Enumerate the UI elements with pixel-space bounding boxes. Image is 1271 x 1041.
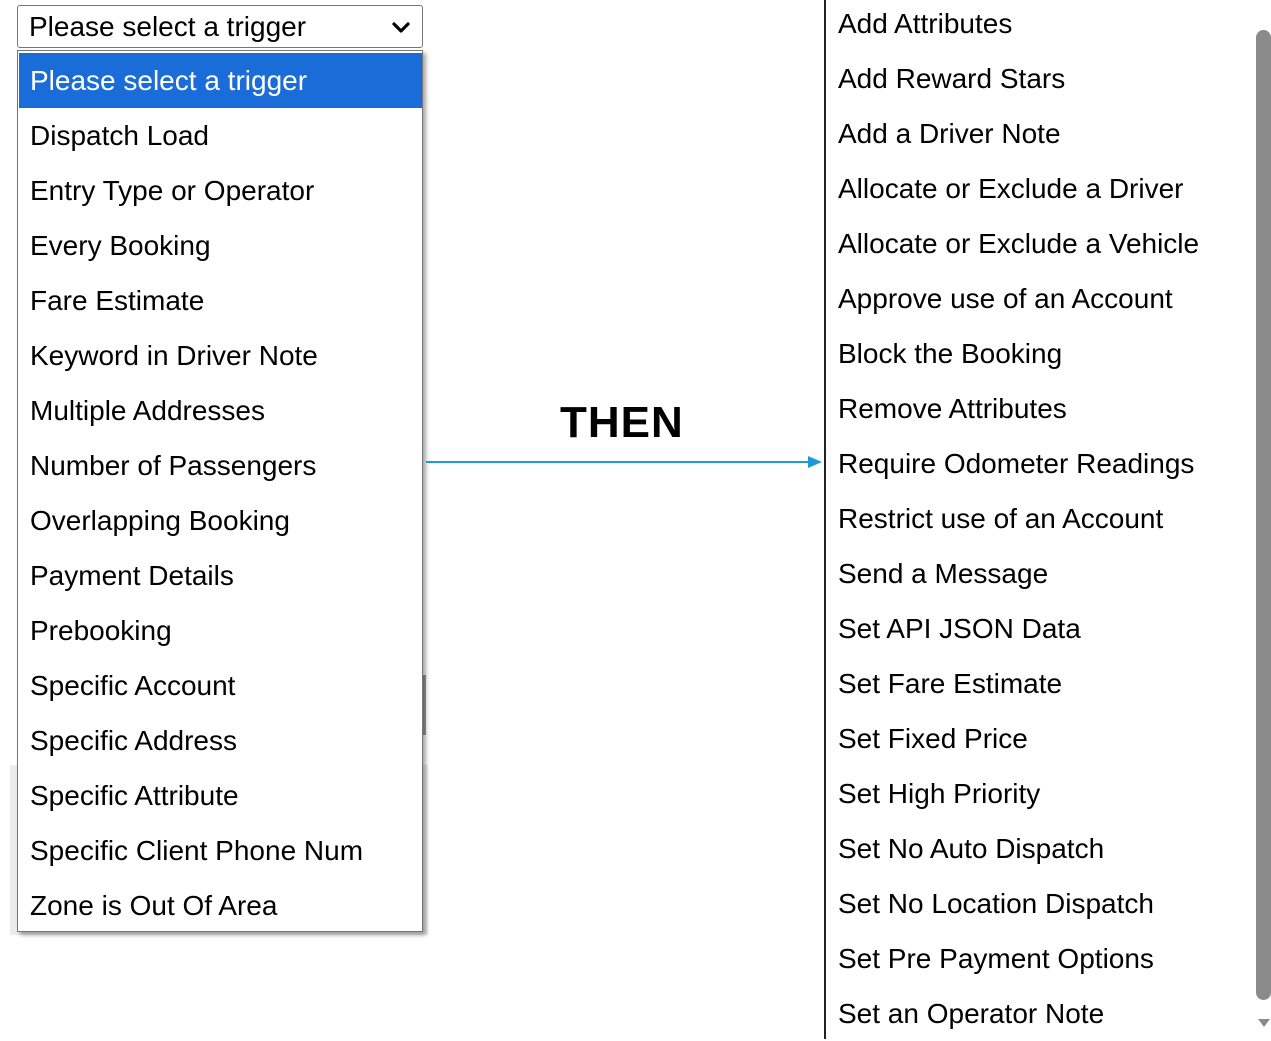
action-item-set-high-priority[interactable]: Set High Priority xyxy=(838,766,1040,821)
action-item-set-fare-estimate[interactable]: Set Fare Estimate xyxy=(838,656,1062,711)
trigger-option-fare-estimate[interactable]: Fare Estimate xyxy=(19,273,422,328)
chevron-down-icon xyxy=(392,22,410,33)
action-item-require-odometer[interactable]: Require Odometer Readings xyxy=(838,436,1194,491)
action-item-set-no-auto-dispatch[interactable]: Set No Auto Dispatch xyxy=(838,821,1104,876)
trigger-option-prebooking[interactable]: Prebooking xyxy=(19,603,422,658)
action-item-remove-attributes[interactable]: Remove Attributes xyxy=(838,381,1067,436)
trigger-select[interactable]: Please select a trigger xyxy=(17,5,423,48)
arrow-right-icon xyxy=(426,456,822,468)
action-item-restrict-account[interactable]: Restrict use of an Account xyxy=(838,491,1163,546)
action-item-add-driver-note[interactable]: Add a Driver Note xyxy=(838,106,1061,161)
trigger-option-every-booking[interactable]: Every Booking xyxy=(19,218,422,273)
scrollbar-thumb[interactable] xyxy=(1256,30,1271,1000)
action-item-approve-account[interactable]: Approve use of an Account xyxy=(838,271,1173,326)
then-label: THEN xyxy=(560,398,684,447)
action-item-block-booking[interactable]: Block the Booking xyxy=(838,326,1062,381)
trigger-dropdown-list: Please select a trigger Dispatch Load En… xyxy=(17,50,423,932)
action-item-add-reward-stars[interactable]: Add Reward Stars xyxy=(838,51,1065,106)
action-item-add-attributes[interactable]: Add Attributes xyxy=(838,0,1012,51)
trigger-option-multiple-addresses[interactable]: Multiple Addresses xyxy=(19,383,422,438)
action-item-set-api-json-data[interactable]: Set API JSON Data xyxy=(838,601,1081,656)
trigger-option-payment-details[interactable]: Payment Details xyxy=(19,548,422,603)
action-item-set-fixed-price[interactable]: Set Fixed Price xyxy=(838,711,1028,766)
trigger-option-please-select[interactable]: Please select a trigger xyxy=(19,53,422,108)
action-item-allocate-exclude-driver[interactable]: Allocate or Exclude a Driver xyxy=(838,161,1183,216)
trigger-option-specific-account[interactable]: Specific Account xyxy=(19,658,422,713)
trigger-option-number-of-passengers[interactable]: Number of Passengers xyxy=(19,438,422,493)
action-item-set-no-location-dispatch[interactable]: Set No Location Dispatch xyxy=(838,876,1154,931)
trigger-option-specific-attribute[interactable]: Specific Attribute xyxy=(19,768,422,823)
trigger-option-specific-address[interactable]: Specific Address xyxy=(19,713,422,768)
trigger-option-zone-is-out-of-area[interactable]: Zone is Out Of Area xyxy=(19,878,422,933)
trigger-option-dispatch-load[interactable]: Dispatch Load xyxy=(19,108,422,163)
trigger-option-entry-type-or-operator[interactable]: Entry Type or Operator xyxy=(19,163,422,218)
action-item-allocate-exclude-vehicle[interactable]: Allocate or Exclude a Vehicle xyxy=(838,216,1199,271)
trigger-option-keyword-in-driver-note[interactable]: Keyword in Driver Note xyxy=(19,328,422,383)
trigger-option-overlapping-booking[interactable]: Overlapping Booking xyxy=(19,493,422,548)
background-divider xyxy=(423,675,426,735)
action-item-send-message[interactable]: Send a Message xyxy=(838,546,1048,601)
scroll-down-arrow-icon[interactable] xyxy=(1257,1016,1271,1030)
trigger-select-value: Please select a trigger xyxy=(29,10,307,42)
trigger-option-specific-client-phone-num[interactable]: Specific Client Phone Num xyxy=(19,823,422,878)
actions-list: Add Attributes Add Reward Stars Add a Dr… xyxy=(824,0,1256,1039)
action-item-set-operator-note[interactable]: Set an Operator Note xyxy=(838,986,1104,1041)
action-item-set-pre-payment-options[interactable]: Set Pre Payment Options xyxy=(838,931,1154,986)
